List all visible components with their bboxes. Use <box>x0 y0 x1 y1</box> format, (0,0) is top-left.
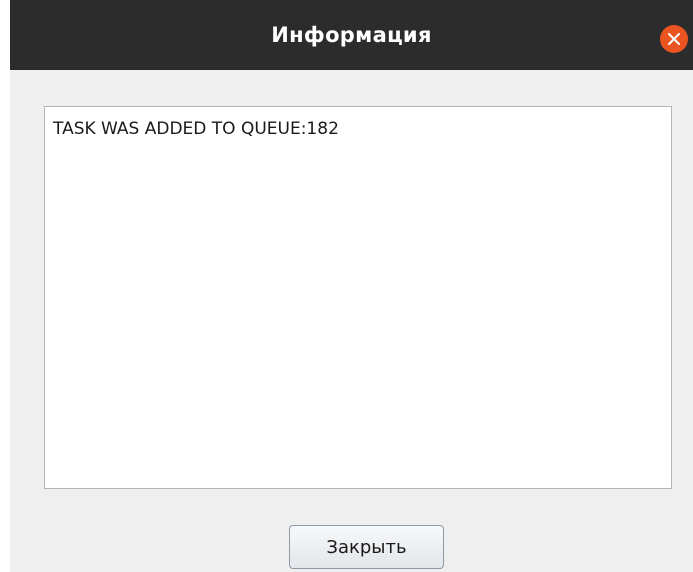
message-textarea[interactable]: TASK WAS ADDED TO QUEUE:182 <box>44 106 672 489</box>
message-text: TASK WAS ADDED TO QUEUE:182 <box>53 119 339 139</box>
window-title: Информация <box>271 23 432 47</box>
dialog-window: Информация TASK WAS ADDED TO QUEUE:182 З… <box>10 0 693 572</box>
close-icon <box>668 33 680 45</box>
close-button[interactable]: Закрыть <box>289 525 444 569</box>
titlebar: Информация <box>10 0 693 70</box>
titlebar-close-button[interactable] <box>660 25 688 53</box>
